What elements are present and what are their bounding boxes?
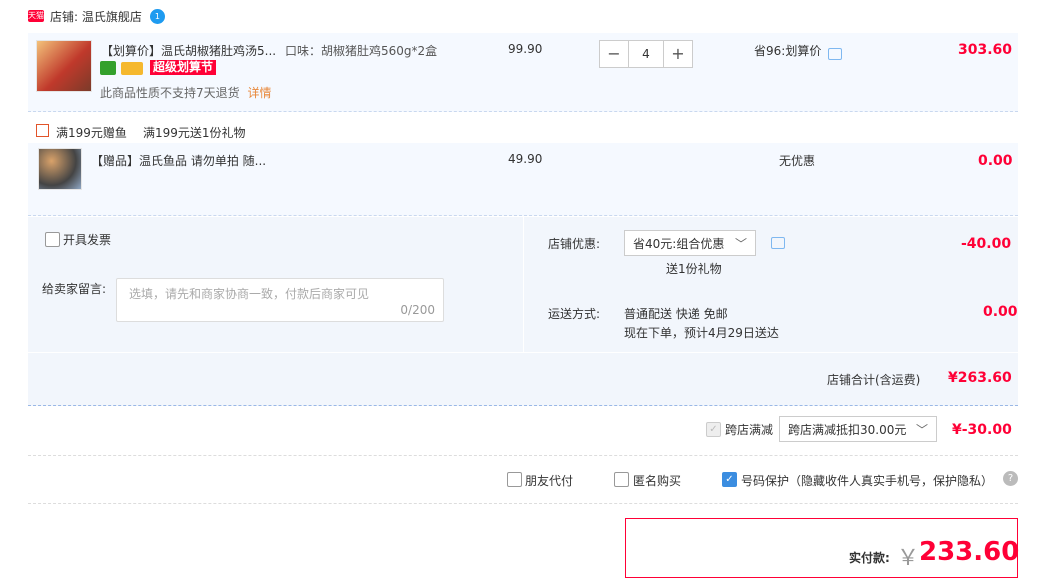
service-icon bbox=[100, 61, 116, 75]
gift-thumbnail[interactable] bbox=[38, 148, 82, 190]
item-title[interactable]: 【划算价】温氏胡椒猪肚鸡汤5... bbox=[101, 42, 276, 59]
return-policy-note: 此商品性质不支持7天退货 详情 bbox=[100, 84, 271, 101]
tmall-icon: 天猫 bbox=[28, 10, 44, 22]
shop-total-label: 店铺合计(含运费) bbox=[827, 373, 921, 387]
cross-store-value: 跨店满减抵扣30.00元 bbox=[788, 423, 907, 437]
decrease-button[interactable]: − bbox=[599, 40, 629, 68]
cross-store-select[interactable]: 跨店满减抵扣30.00元 ﹀ bbox=[779, 416, 937, 442]
details-link[interactable]: 详情 bbox=[247, 86, 271, 100]
chevron-down-icon: ﹀ bbox=[734, 237, 747, 251]
friend-pay-checkbox[interactable] bbox=[507, 472, 522, 487]
shop-discount-value: 省40元:组合优惠 bbox=[633, 237, 725, 251]
promo-badge: 超级划算节 bbox=[150, 60, 217, 75]
gift-promo-text: 满199元送1份礼物 bbox=[143, 126, 246, 140]
shop-discount-label: 店铺优惠: bbox=[548, 237, 601, 251]
anonymous-label[interactable]: 匿名购买 bbox=[633, 472, 681, 489]
divider-1 bbox=[28, 455, 1018, 456]
shop-total-amount: ¥263.60 bbox=[948, 370, 1012, 386]
shipping-method: 普通配送 快递 免邮 bbox=[624, 307, 728, 321]
currency-symbol: ￥ bbox=[897, 546, 920, 571]
chevron-down-icon: ﹀ bbox=[915, 423, 928, 437]
invoice-checkbox[interactable] bbox=[45, 232, 60, 247]
gift-total: 0.00 bbox=[978, 153, 1013, 169]
message-label: 给卖家留言: bbox=[42, 282, 107, 296]
return-policy-text: 此商品性质不支持7天退货 bbox=[100, 86, 240, 100]
message-char-count: 0/200 bbox=[400, 303, 435, 317]
item-total: 303.60 bbox=[958, 42, 1013, 58]
friend-pay-label[interactable]: 朋友代付 bbox=[525, 472, 573, 489]
payment-amount: 233.60 bbox=[919, 537, 1020, 567]
invoice-label[interactable]: 开具发票 bbox=[63, 231, 111, 248]
shipping-label: 运送方式: bbox=[548, 307, 601, 321]
payment-label: 实付款: bbox=[849, 551, 890, 565]
discount-chat-icon[interactable] bbox=[771, 237, 785, 249]
item-unit-price: 99.90 bbox=[508, 42, 543, 56]
shipping-eta: 现在下单，预计4月29日送达 bbox=[624, 326, 779, 340]
chat-icon[interactable] bbox=[828, 48, 842, 60]
seller-message-input[interactable]: 选填，请先和商家协商一致，付款后商家可见 0/200 bbox=[116, 278, 444, 322]
shop-discount-sub: 送1份礼物 bbox=[666, 262, 722, 276]
gift-title[interactable]: 【赠品】温氏鱼品 请勿单拍 随... bbox=[91, 152, 266, 169]
quantity-stepper: − 4 + bbox=[599, 40, 693, 68]
anonymous-checkbox[interactable] bbox=[614, 472, 629, 487]
shop-name[interactable]: 店铺: 温氏旗舰店 bbox=[50, 8, 142, 25]
message-placeholder: 选填，请先和商家协商一致，付款后商家可见 bbox=[129, 287, 370, 301]
increase-button[interactable]: + bbox=[663, 40, 693, 68]
panel-divider-horizontal bbox=[28, 352, 1018, 353]
shop-header: 天猫 店铺: 温氏旗舰店 1 bbox=[28, 6, 165, 26]
divider-2 bbox=[28, 503, 1018, 504]
number-protection-checkbox[interactable]: ✓ bbox=[722, 472, 737, 487]
cross-store-label: 跨店满减 bbox=[725, 423, 774, 437]
product-thumbnail[interactable] bbox=[36, 40, 92, 92]
number-protection-label[interactable]: 号码保护（隐藏收件人真实手机号，保护隐私） bbox=[741, 472, 993, 489]
gift-promo-tag: 满199元赠鱼 bbox=[56, 126, 127, 140]
cross-store-amount: ¥-30.00 bbox=[952, 422, 1012, 438]
shipping-amount: 0.00 bbox=[983, 304, 1018, 320]
shop-discount-amount: -40.00 bbox=[961, 236, 1012, 252]
gift-icon bbox=[36, 124, 49, 137]
cross-store-checkbox: ✓ bbox=[706, 422, 721, 437]
item-promo: 省96:划算价 bbox=[754, 44, 822, 58]
item-spec: 口味：胡椒猪肚鸡560g*2盒 bbox=[285, 44, 438, 58]
panel-divider-vertical bbox=[523, 217, 524, 352]
gift-unit-price: 49.90 bbox=[508, 152, 543, 166]
help-icon[interactable]: ? bbox=[1003, 471, 1018, 486]
quantity-input[interactable]: 4 bbox=[629, 40, 663, 68]
wangwang-icon[interactable]: 1 bbox=[149, 8, 165, 24]
shop-discount-select[interactable]: 省40元:组合优惠 ﹀ bbox=[624, 230, 756, 256]
card-icon bbox=[121, 62, 143, 75]
gift-promo: 无优惠 bbox=[779, 154, 816, 168]
